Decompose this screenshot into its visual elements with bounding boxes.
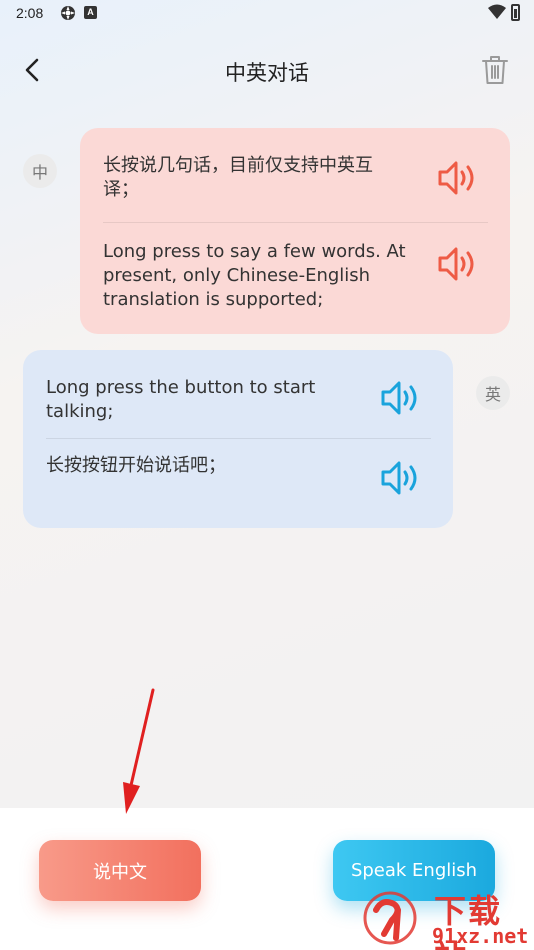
chinese-message-bubble: 长按说几句话，目前仅支持中英互译； Long press to say a fe… — [80, 128, 510, 334]
play-chinese-source-button[interactable] — [436, 158, 482, 198]
play-english-source-button[interactable] — [379, 378, 425, 418]
chinese-source-text: 长按说几句话，目前仅支持中英互译； — [103, 155, 373, 200]
chinese-language-badge: 中 — [23, 154, 57, 188]
english-message-bubble: Long press the button to start talking; … — [23, 350, 453, 528]
page-title: 中英对话 — [225, 61, 309, 85]
speaker-icon — [381, 381, 417, 415]
gear-status-icon — [61, 6, 75, 20]
annotation-arrow — [123, 688, 155, 814]
status-time: 2:08 — [16, 5, 44, 21]
wifi-icon — [488, 4, 506, 19]
speaker-icon — [438, 161, 474, 195]
watermark-url: 91xz.net — [432, 924, 529, 948]
play-english-translation-button[interactable] — [379, 458, 425, 498]
watermark-logo-icon — [363, 891, 417, 945]
delete-button[interactable] — [478, 52, 512, 88]
bubble-divider — [103, 222, 488, 223]
header: 中英对话 — [0, 40, 534, 100]
trash-icon — [482, 56, 508, 84]
chinese-translation-text: Long press to say a few words. At presen… — [103, 241, 406, 310]
status-bar: 2:08 A — [0, 0, 534, 28]
keyboard-status-icon: A — [84, 6, 97, 19]
battery-icon — [511, 4, 520, 21]
english-translation-text: 长按按钮开始说话吧； — [46, 455, 226, 476]
speaker-icon — [438, 247, 474, 281]
speaker-icon — [381, 461, 417, 495]
speak-chinese-button[interactable]: 说中文 — [39, 840, 201, 901]
site-watermark: 下载站 91xz.net — [362, 886, 532, 950]
play-chinese-translation-button[interactable] — [436, 244, 482, 284]
bubble-divider — [46, 438, 431, 439]
english-language-badge: 英 — [476, 376, 510, 410]
english-source-text: Long press the button to start talking; — [46, 377, 316, 422]
